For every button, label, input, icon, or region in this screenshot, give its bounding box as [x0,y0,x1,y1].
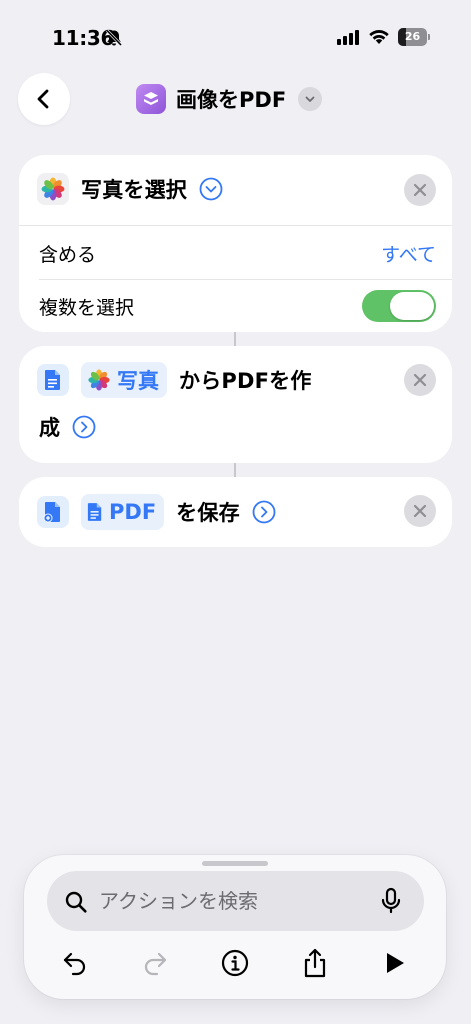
make-pdf-text: からPDFを作 [179,369,312,393]
save-file-text: を保存 [176,501,240,525]
close-icon [413,504,427,518]
remove-action-button[interactable] [404,174,436,206]
pdf-token-label: PDF [109,500,157,524]
chevron-down-circle-icon[interactable] [199,177,223,201]
editor-toolbar [24,943,446,983]
cellular-signal-icon [337,30,359,45]
photos-variable-token[interactable]: 写真 [81,362,167,398]
search-icon [65,891,87,913]
status-bar: 11:36 26 [0,0,471,70]
microphone-icon[interactable] [380,887,402,915]
include-option-row[interactable]: 含める すべて [39,227,436,279]
pdf-variable-token[interactable]: PDF [81,494,165,530]
save-file-action[interactable]: PDF を保存 [19,477,452,547]
chevron-down-icon[interactable] [298,87,323,111]
wifi-icon [369,30,389,44]
chevron-right-circle-icon[interactable] [252,500,276,524]
photos-token-label: 写真 [117,369,159,393]
close-icon [413,373,427,387]
battery-icon: 26 [398,28,430,46]
select-photos-title: 写真を選択 [81,178,187,202]
select-multiple-label: 複数を選択 [39,296,135,319]
redo-icon[interactable] [137,945,173,981]
undo-icon[interactable] [57,945,93,981]
battery-level: 26 [404,30,421,43]
make-pdf-action[interactable]: 写真 からPDFを作 成 [19,346,452,463]
select-multiple-row: 複数を選択 [39,280,436,332]
close-icon [413,183,427,197]
back-button[interactable] [18,73,70,125]
photos-icon [37,173,69,205]
share-icon[interactable] [297,945,333,981]
include-label: 含める [39,243,97,266]
remove-action-button[interactable] [404,495,436,527]
panel-grabber[interactable] [202,861,268,866]
search-input[interactable] [99,871,379,931]
make-pdf-text-line2: 成 [39,416,61,440]
document-icon [37,364,69,396]
select-multiple-toggle[interactable] [362,290,436,322]
photos-icon [88,369,110,391]
select-photos-action[interactable]: 写真を選択 含める すべて 複数を選択 [19,155,452,332]
include-value[interactable]: すべて [381,240,436,267]
play-icon[interactable] [377,945,413,981]
remove-action-button[interactable] [404,364,436,396]
document-icon [87,503,102,521]
shortcut-title-menu[interactable]: 画像をPDF [136,82,323,116]
chevron-right-circle-icon[interactable] [72,415,96,439]
document-save-icon [37,496,69,528]
bell-slash-icon [105,29,123,47]
page-title: 画像をPDF [176,88,287,112]
info-icon[interactable] [217,945,253,981]
search-field[interactable] [47,871,424,931]
chevron-left-icon [37,89,49,109]
action-search-panel [24,855,446,999]
shortcuts-stack-icon [136,84,166,114]
